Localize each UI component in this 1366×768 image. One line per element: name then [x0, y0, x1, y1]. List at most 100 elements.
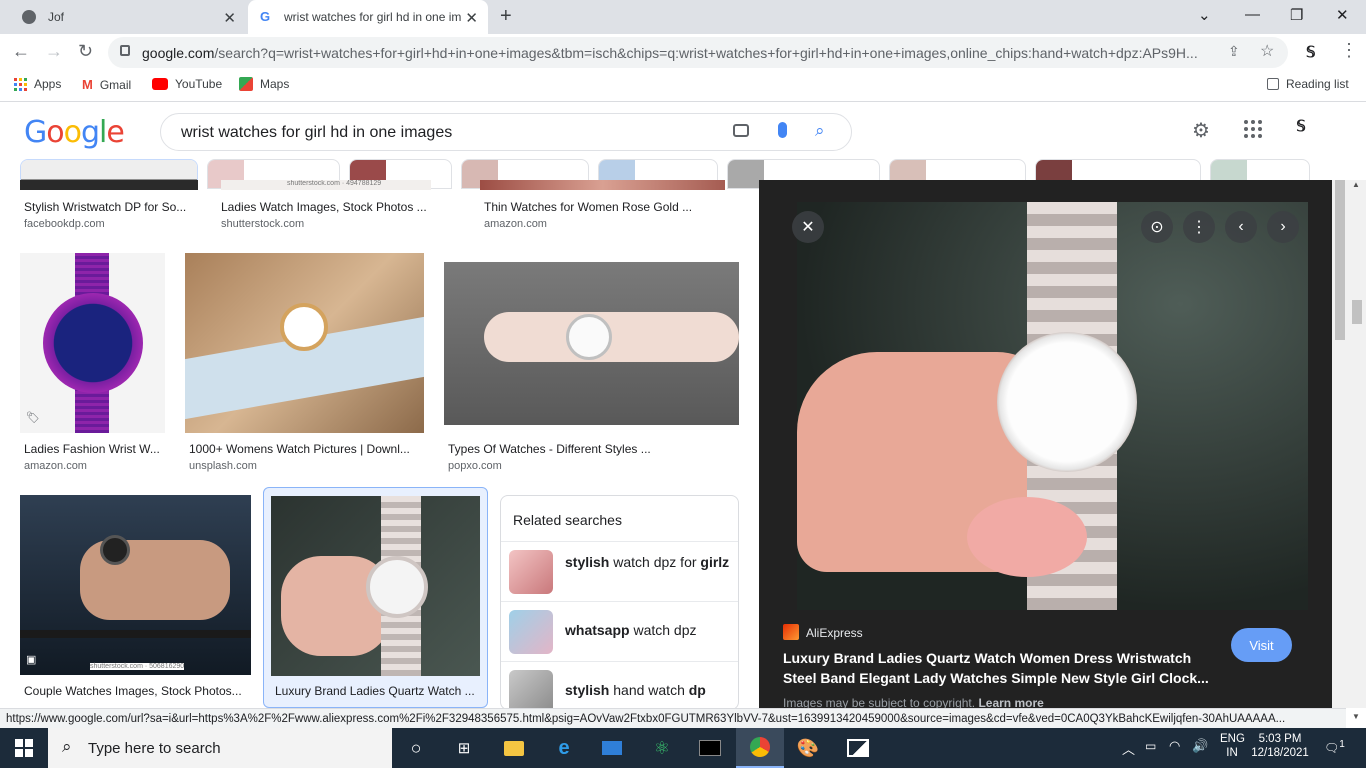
reading-list[interactable]: Reading list: [1267, 77, 1349, 91]
scroll-up-icon[interactable]: ▲: [1352, 180, 1360, 189]
cortana-icon[interactable]: ○: [404, 736, 428, 760]
result-image[interactable]: [480, 180, 725, 190]
back-icon[interactable]: ←: [12, 41, 30, 62]
atom-icon[interactable]: ⚛: [650, 736, 674, 760]
next-icon[interactable]: ›: [1267, 211, 1299, 243]
menu-icon[interactable]: ⋮: [1340, 40, 1358, 61]
result-image-couple-watches[interactable]: shutterstock.com · 506816290 ▣: [20, 495, 251, 675]
gmail-icon: M: [82, 77, 93, 92]
reload-icon[interactable]: ↻: [78, 41, 93, 62]
result-image[interactable]: [20, 180, 198, 190]
related-bold: stylish: [565, 554, 610, 570]
taskbar-search[interactable]: ⌕ Type here to search: [48, 728, 392, 768]
lens-icon[interactable]: ⊙: [1141, 211, 1173, 243]
volume-icon[interactable]: 🔊: [1192, 738, 1208, 754]
search-box[interactable]: wrist watches for girl hd in one images …: [160, 113, 852, 151]
bookmark-star-icon[interactable]: ☆: [1260, 41, 1274, 61]
camera-icon[interactable]: [733, 124, 749, 137]
language-indicator[interactable]: ENG IN: [1220, 733, 1245, 759]
related-bold: dp: [688, 682, 706, 698]
previous-icon[interactable]: ‹: [1225, 211, 1257, 243]
status-url: https://www.google.com/url?sa=i&url=http…: [0, 708, 1346, 728]
close-tab-icon[interactable]: ✕: [223, 9, 236, 27]
visit-button[interactable]: Visit: [1231, 628, 1292, 662]
mail-icon[interactable]: [600, 736, 624, 760]
tab-search-icon[interactable]: ⌄: [1198, 6, 1211, 24]
bookmark-gmail[interactable]: M Gmail: [82, 77, 131, 92]
related-bold: stylish: [565, 682, 610, 698]
google-apps-icon[interactable]: [1244, 120, 1262, 138]
result-image[interactable]: shutterstock.com · 494788129: [221, 180, 431, 190]
bookmark-youtube[interactable]: YouTube: [152, 77, 222, 91]
maximize-icon[interactable]: ❐: [1290, 6, 1303, 24]
paint-icon[interactable]: 🎨: [796, 736, 820, 760]
terminal-icon[interactable]: [698, 736, 722, 760]
windows-start-icon[interactable]: [12, 736, 36, 760]
extension-icon[interactable]: 𝕊: [1306, 43, 1316, 61]
battery-icon[interactable]: ▭: [1145, 739, 1156, 753]
task-view-icon[interactable]: ⊞: [452, 736, 476, 760]
scrollbar-thumb[interactable]: [1352, 300, 1362, 324]
more-options-icon[interactable]: ⋮: [1183, 211, 1215, 243]
result-image-wrist-watch[interactable]: [185, 253, 424, 433]
tray-up-arrow-icon[interactable]: ︿: [1122, 739, 1135, 758]
result-source: popxo.com: [448, 460, 502, 472]
related-item[interactable]: stylish watch dpz for girlz: [501, 541, 738, 601]
result-title[interactable]: Ladies Watch Images, Stock Photos ...: [221, 200, 436, 214]
forward-icon[interactable]: →: [45, 41, 63, 62]
bookmark-label: YouTube: [175, 77, 223, 91]
bookmark-maps[interactable]: Maps: [239, 77, 289, 91]
lang-code: ENG: [1220, 733, 1245, 745]
close-tab-icon[interactable]: ✕: [465, 9, 478, 27]
preview-source[interactable]: AliExpress: [806, 626, 863, 640]
related-item[interactable]: whatsapp watch dpz: [501, 601, 738, 661]
result-title[interactable]: Couple Watches Images, Stock Photos...: [24, 684, 249, 698]
result-source: amazon.com: [484, 218, 547, 230]
bookmark-apps[interactable]: Apps: [14, 77, 61, 91]
result-title[interactable]: Ladies Fashion Wrist W...: [24, 442, 164, 456]
scroll-down-icon[interactable]: ▼: [1352, 712, 1360, 721]
result-title[interactable]: Thin Watches for Women Rose Gold ...: [484, 200, 704, 214]
selected-result[interactable]: Luxury Brand Ladies Quartz Watch ...: [263, 487, 488, 708]
preview-title[interactable]: Luxury Brand Ladies Quartz Watch Women D…: [783, 648, 1213, 688]
share-icon[interactable]: ⇪: [1228, 43, 1240, 60]
settings-gear-icon[interactable]: ⚙: [1192, 118, 1210, 143]
result-title[interactable]: Luxury Brand Ladies Quartz Watch ...: [275, 684, 480, 698]
result-title[interactable]: Types Of Watches - Different Styles ...: [448, 442, 668, 456]
url-text[interactable]: google.com/search?q=wrist+watches+for+gi…: [142, 45, 1202, 61]
new-tab-icon[interactable]: +: [500, 5, 512, 28]
close-icon[interactable]: ✕: [792, 211, 824, 243]
result-image-purple-watch[interactable]: 🏷: [20, 253, 165, 433]
tab-google-search[interactable]: G wrist watches for girl hd in one im ✕: [248, 0, 488, 34]
preview-image[interactable]: [797, 202, 1308, 610]
scrollbar-thumb[interactable]: [1335, 180, 1345, 340]
photos-icon[interactable]: [846, 736, 870, 760]
address-bar[interactable]: google.com/search?q=wrist+watches+for+gi…: [108, 37, 1288, 68]
google-logo[interactable]: Google: [24, 115, 125, 150]
file-explorer-icon[interactable]: [502, 736, 526, 760]
wifi-icon[interactable]: ◠: [1169, 738, 1180, 754]
result-image-luxury-watch[interactable]: [271, 496, 480, 676]
result-source: shutterstock.com: [221, 218, 305, 230]
minimize-icon[interactable]: —: [1245, 6, 1260, 23]
tab-jof[interactable]: Jof ✕: [0, 0, 246, 34]
notifications-icon[interactable]: 🗨1: [1324, 739, 1345, 755]
result-title[interactable]: 1000+ Womens Watch Pictures | Downl...: [189, 442, 419, 456]
chrome-icon[interactable]: [736, 728, 784, 768]
related-normal: hand watch: [609, 682, 689, 698]
clock[interactable]: 5:03 PM 12/18/2021: [1250, 733, 1310, 759]
microphone-icon[interactable]: [778, 122, 787, 138]
related-item[interactable]: stylish hand watch dp: [501, 661, 738, 709]
region-code: IN: [1226, 747, 1238, 759]
result-title[interactable]: Stylish Wristwatch DP for So...: [24, 200, 192, 214]
lock-icon: [120, 45, 130, 56]
edge-icon[interactable]: e: [552, 736, 576, 760]
result-image-silver-watch[interactable]: [444, 262, 739, 425]
search-input[interactable]: wrist watches for girl hd in one images: [181, 124, 452, 142]
page-scrollbar[interactable]: ▲ ▼: [1348, 180, 1366, 721]
account-avatar[interactable]: 𝕊: [1290, 117, 1312, 139]
panel-scrollbar[interactable]: [1332, 180, 1348, 708]
clock-date: 12/18/2021: [1251, 747, 1309, 759]
close-window-icon[interactable]: ✕: [1336, 6, 1349, 24]
search-icon[interactable]: ⌕: [815, 121, 825, 141]
